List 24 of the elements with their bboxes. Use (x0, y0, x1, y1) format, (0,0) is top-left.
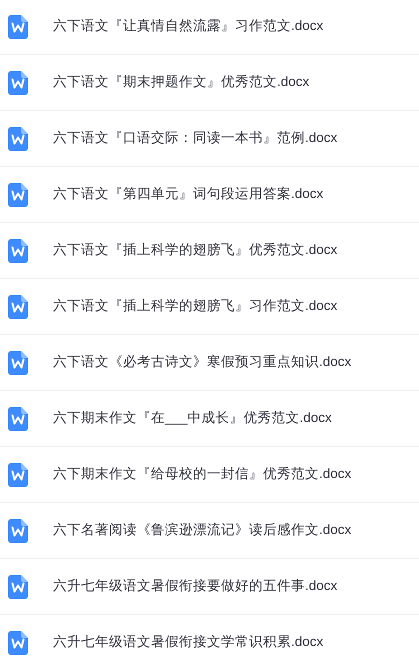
file-name[interactable]: 六升七年级语文暑假衔接要做好的五件事.docx (53, 576, 338, 597)
word-document-icon (8, 182, 28, 206)
file-name[interactable]: 六下语文『让真情自然流露』习作范文.docx (53, 16, 324, 37)
word-document-icon (8, 518, 28, 542)
word-document-icon (8, 574, 28, 598)
word-document-icon (8, 14, 28, 38)
word-document-icon (8, 238, 28, 262)
word-document-icon (8, 630, 28, 654)
file-name[interactable]: 六下期末作文『给母校的一封信』优秀范文.docx (53, 464, 352, 485)
word-document-icon (8, 462, 28, 486)
file-name[interactable]: 六下语文『口语交际：同读一本书』范例.docx (53, 128, 338, 149)
file-name[interactable]: 六下期末作文『在___中成长』优秀范文.docx (53, 408, 332, 429)
word-document-icon (8, 350, 28, 374)
file-name[interactable]: 六下语文『第四单元』词句段运用答案.docx (53, 184, 324, 205)
file-name[interactable]: 六下语文『期末押题作文』优秀范文.docx (53, 72, 310, 93)
file-name[interactable]: 六升七年级语文暑假衔接文学常识积累.docx (53, 632, 324, 653)
file-name[interactable]: 六下语文《必考古诗文》寒假预习重点知识.docx (53, 352, 352, 373)
word-document-icon (8, 406, 28, 430)
file-name[interactable]: 六下语文『插上科学的翅膀飞』习作范文.docx (53, 296, 338, 317)
word-document-icon (8, 70, 28, 94)
file-name[interactable]: 六下语文『插上科学的翅膀飞』优秀范文.docx (53, 240, 338, 261)
word-document-icon (8, 294, 28, 318)
file-name[interactable]: 六下名著阅读《鲁滨逊漂流记》读后感作文.docx (53, 520, 352, 541)
word-document-icon (8, 126, 28, 150)
